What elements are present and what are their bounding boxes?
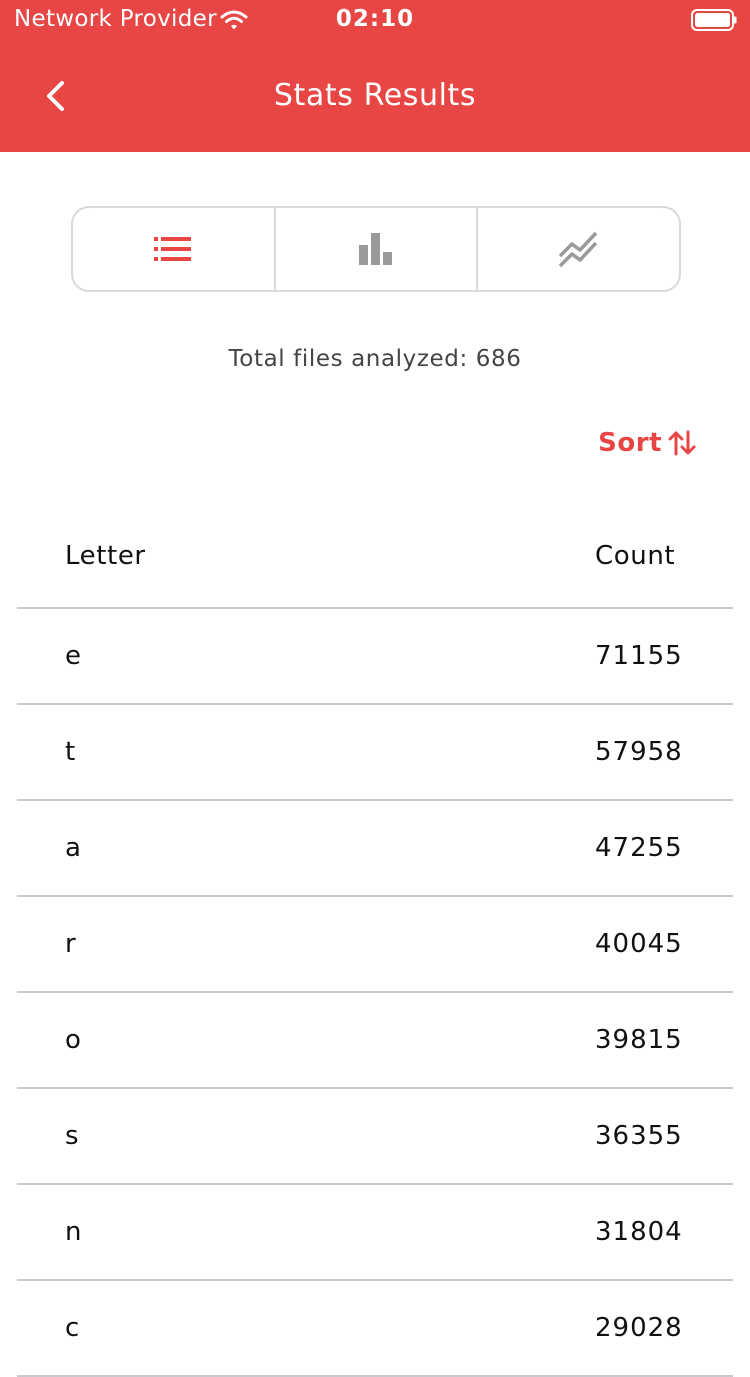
table-row: r 40045 <box>17 897 733 993</box>
sort-arrows-icon <box>668 430 696 456</box>
count-cell: 57958 <box>595 737 683 767</box>
table-row: t 57958 <box>17 705 733 801</box>
column-header-count: Count <box>595 541 676 571</box>
letter-stats-table: Letter Count e 71155 t 57958 a 47255 r 4… <box>17 505 733 1377</box>
count-cell: 39815 <box>595 1025 683 1055</box>
tab-line-chart-view[interactable] <box>476 208 679 290</box>
sort-label: Sort <box>598 428 662 458</box>
letter-cell: e <box>65 641 82 671</box>
total-files-label: Total files analyzed: 686 <box>228 346 522 372</box>
list-icon <box>154 237 192 261</box>
column-header-letter: Letter <box>65 541 146 571</box>
table-row: a 47255 <box>17 801 733 897</box>
table-header: Letter Count <box>17 505 733 609</box>
count-cell: 71155 <box>595 641 683 671</box>
status-time: 02:10 <box>335 6 415 32</box>
table-row: s 36355 <box>17 1089 733 1185</box>
page-title: Stats Results <box>273 78 477 113</box>
letter-cell: t <box>65 737 77 767</box>
letter-cell: n <box>65 1217 83 1247</box>
view-mode-selector <box>71 206 681 292</box>
app-header: Network Provider 02:10 Stats Results <box>0 0 750 152</box>
tab-bar-chart-view[interactable] <box>273 208 477 290</box>
count-cell: 40045 <box>595 929 683 959</box>
letter-cell: c <box>65 1313 81 1343</box>
table-row: e 71155 <box>17 609 733 705</box>
table-row: c 29028 <box>17 1281 733 1377</box>
table-row: o 39815 <box>17 993 733 1089</box>
battery-icon <box>691 9 737 31</box>
navigation-bar: Stats Results <box>0 40 750 152</box>
count-cell: 47255 <box>595 833 683 863</box>
count-cell: 29028 <box>595 1313 683 1343</box>
letter-cell: o <box>65 1025 82 1055</box>
count-cell: 31804 <box>595 1217 683 1247</box>
letter-cell: a <box>65 833 82 863</box>
letter-cell: r <box>65 929 77 959</box>
tab-list-view[interactable] <box>73 208 274 290</box>
sort-button[interactable]: Sort <box>598 428 696 458</box>
line-chart-icon <box>558 231 597 268</box>
status-bar: Network Provider 02:10 <box>0 0 750 40</box>
table-row: n 31804 <box>17 1185 733 1281</box>
letter-cell: s <box>65 1121 80 1151</box>
bar-chart-icon <box>359 233 392 265</box>
count-cell: 36355 <box>595 1121 683 1151</box>
